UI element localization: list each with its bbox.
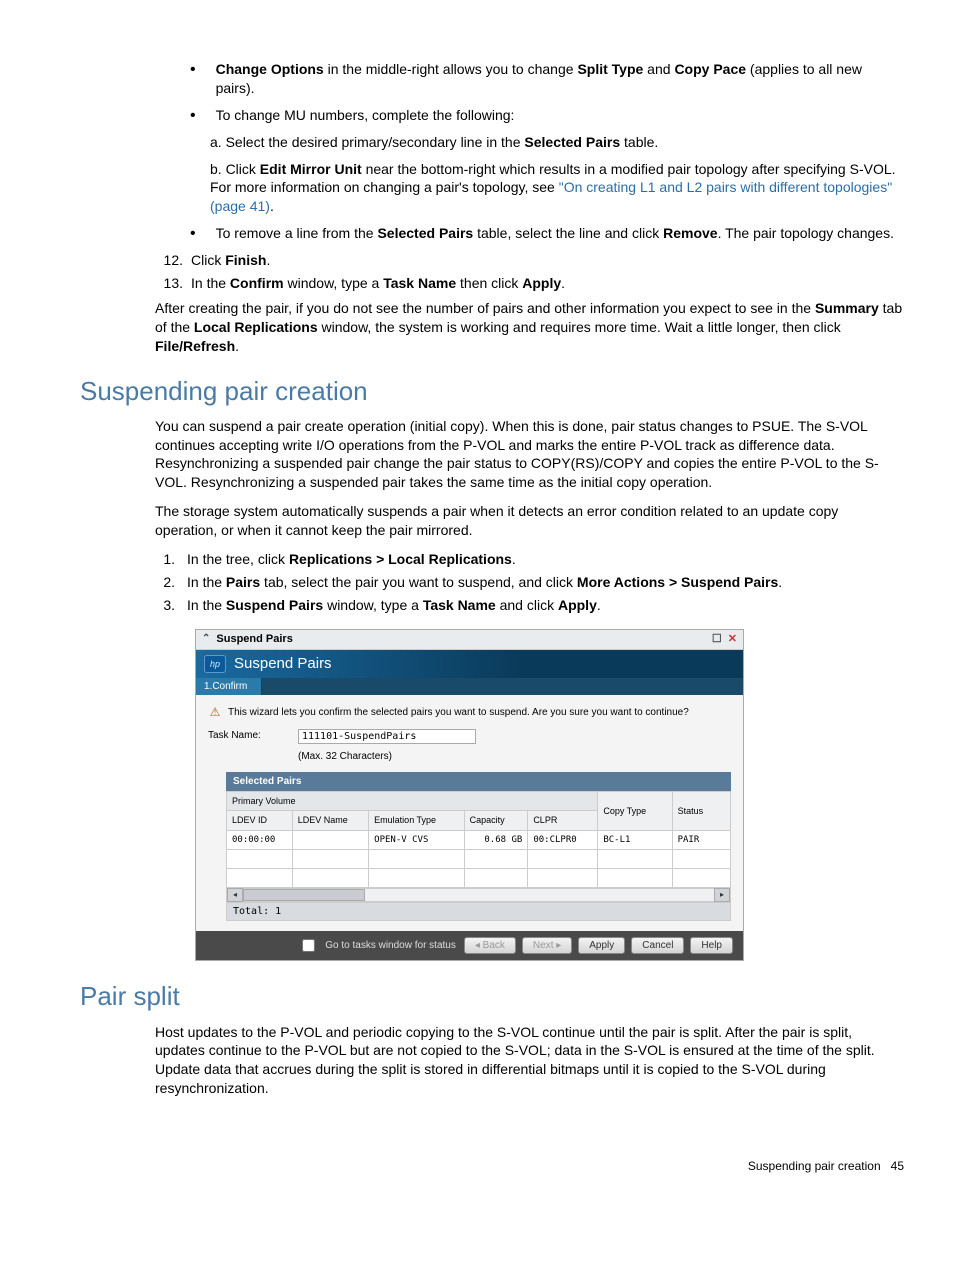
scroll-right-icon[interactable]: ▸ [714,888,730,902]
col-copytype: Copy Type [598,792,672,830]
goto-tasks-label: Go to tasks window for status [325,939,456,953]
maximize-icon[interactable]: ☐ [712,632,722,647]
dialog-titlebar[interactable]: ⌃ Suspend Pairs ☐ ✕ [196,630,743,650]
bullet-text: To remove a line from the Selected Pairs… [216,224,904,243]
suspend-step-2: 2.In the Pairs tab, select the pair you … [155,573,904,592]
task-name-input[interactable] [298,729,476,744]
bullet-item: • Change Options in the middle-right all… [190,60,904,98]
table-row[interactable]: 00:00:00 OPEN-V CVS 0.68 GB 00:CLPR0 BC-… [227,830,731,849]
task-name-label: Task Name: [208,729,298,743]
goto-tasks-checkbox[interactable] [302,939,315,952]
split-para: Host updates to the P-VOL and periodic c… [155,1023,904,1099]
collapse-icon[interactable]: ⌃ [202,632,210,646]
after-paragraph: After creating the pair, if you do not s… [155,299,904,356]
col-group-primary: Primary Volume [227,792,598,811]
page-footer: Suspending pair creation 45 [80,1158,904,1174]
col-clpr: CLPR [528,811,598,830]
suspend-para-1: You can suspend a pair create operation … [155,417,904,493]
bullet-item: • To remove a line from the Selected Pai… [190,224,904,243]
dialog-title: Suspend Pairs [216,632,292,647]
hp-logo-icon: hp [204,655,226,673]
scroll-left-icon[interactable]: ◂ [227,888,243,902]
suspend-step-3: 3.In the Suspend Pairs window, type a Ta… [155,596,904,615]
bullet-item: • To change MU numbers, complete the fol… [190,106,904,125]
bullet-text: To change MU numbers, complete the follo… [216,106,904,125]
sub-step-a: a. Select the desired primary/secondary … [210,133,904,152]
suspend-pairs-dialog: ⌃ Suspend Pairs ☐ ✕ hp Suspend Pairs 1.C… [195,629,744,962]
selected-pairs-table: Primary Volume Copy Type Status LDEV ID … [226,791,731,888]
suspend-para-2: The storage system automatically suspend… [155,502,904,540]
back-button[interactable]: ◂ Back [464,937,516,954]
scroll-thumb[interactable] [243,889,365,901]
bullet-icon: • [190,226,196,243]
apply-button[interactable]: Apply [578,937,625,954]
col-ldevid: LDEV ID [227,811,293,830]
col-ldevname: LDEV Name [292,811,368,830]
wizard-message: ⚠ This wizard lets you confirm the selec… [208,705,731,719]
warning-icon: ⚠ [208,705,222,719]
bullet-icon: • [190,62,196,98]
sub-step-b: b. Click Edit Mirror Unit near the botto… [210,160,904,217]
selected-pairs-title: Selected Pairs [226,772,731,792]
col-emul: Emulation Type [369,811,464,830]
wizard-step-bar: 1.Confirm [196,678,743,696]
dialog-header: hp Suspend Pairs [196,650,743,678]
bullet-text: Change Options in the middle-right allow… [216,60,904,98]
bullet-icon: • [190,108,196,125]
heading-suspending: Suspending pair creation [80,374,904,409]
step-12: 12.Click Finish. [155,251,904,270]
next-button[interactable]: Next ▸ [522,937,572,954]
col-status: Status [672,792,730,830]
suspend-step-1: 1.In the tree, click Replications > Loca… [155,550,904,569]
total-row: Total: 1 [226,903,731,922]
heading-pair-split: Pair split [80,979,904,1014]
col-cap: Capacity [464,811,528,830]
table-row-empty [227,868,731,887]
wizard-step-confirm: 1.Confirm [196,678,262,696]
horizontal-scrollbar[interactable]: ◂ ▸ [226,888,731,903]
help-button[interactable]: Help [690,937,733,954]
dialog-footer: Go to tasks window for status ◂ Back Nex… [196,931,743,960]
table-row-empty [227,849,731,868]
cancel-button[interactable]: Cancel [631,937,684,954]
max-chars-hint: (Max. 32 Characters) [298,750,731,764]
step-13: 13.In the Confirm window, type a Task Na… [155,274,904,293]
close-icon[interactable]: ✕ [728,632,737,647]
